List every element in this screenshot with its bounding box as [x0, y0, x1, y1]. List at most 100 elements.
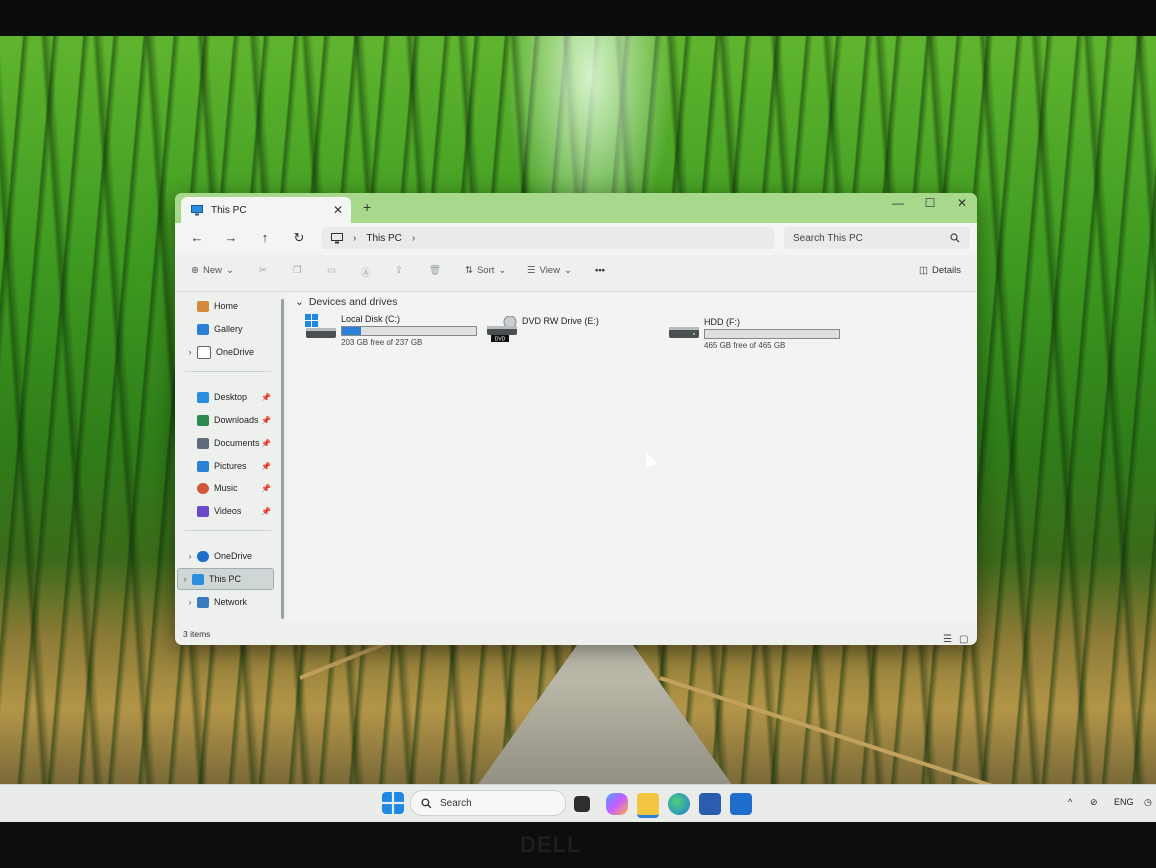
address-bar[interactable]: › This PC › [322, 227, 774, 249]
drive-name: HDD (F:) [704, 317, 740, 327]
sort-label: Sort [476, 265, 495, 276]
sidebar-item-documents[interactable]: Documents 📌 [183, 433, 273, 453]
sidebar-item-label: This PC [209, 574, 242, 584]
network-status-icon[interactable]: ⊘ [1090, 797, 1098, 808]
sidebar-item-label: Network [214, 597, 248, 607]
refresh-button[interactable]: ↻ [289, 228, 309, 248]
sidebar-item-this-pc[interactable]: › This PC [177, 568, 274, 590]
language-indicator[interactable]: ENG [1114, 797, 1134, 807]
sort-button[interactable]: ⇅ Sort ⌄ [465, 265, 506, 276]
navigation-bar: ← → ↑ ↻ › This PC › Search This PC [175, 223, 977, 255]
sidebar-item-home[interactable]: Home [183, 296, 273, 316]
details-pane-icon: ◫ [919, 265, 928, 276]
up-button[interactable]: ↑ [255, 228, 275, 248]
search-input[interactable]: Search This PC [784, 227, 970, 249]
outlook-icon[interactable] [730, 793, 752, 815]
chevron-right-icon[interactable]: › [178, 574, 192, 584]
forward-button[interactable]: → [221, 228, 241, 248]
drive-usage-fill [342, 327, 361, 335]
sidebar-item-label: OneDrive [216, 347, 255, 357]
sidebar-item-gallery[interactable]: Gallery [183, 319, 273, 339]
wallpaper-path [470, 636, 740, 784]
drive-icon: DVD [486, 315, 518, 343]
chevron-down-icon: ⌄ [563, 265, 572, 276]
sidebar-item-label: Downloads [214, 415, 259, 425]
back-button[interactable]: ← [187, 228, 207, 248]
drive-e[interactable]: DVD DVD RW Drive (E:) [486, 315, 599, 343]
sidebar-scrollbar[interactable] [281, 299, 284, 619]
close-window-button[interactable]: ✕ [947, 196, 977, 210]
new-label: New [202, 265, 222, 276]
sidebar-divider [185, 530, 271, 531]
search-icon [421, 797, 432, 808]
details-view-icon[interactable]: ☰ [943, 634, 952, 645]
details-button[interactable]: ◫ Details [919, 265, 961, 276]
taskbar-search-label: Search [440, 797, 472, 809]
navigation-pane: Home Gallery › OneDrive Desktop 📌 Downlo… [175, 292, 281, 622]
pin-icon: 📌 [261, 438, 271, 448]
sidebar-item-music[interactable]: Music 📌 [183, 478, 273, 498]
view-button[interactable]: ☰ View ⌄ [527, 265, 572, 276]
onedrive-icon [197, 550, 209, 562]
clock-icon[interactable]: ◷ [1144, 797, 1152, 808]
sidebar-item-pictures[interactable]: Pictures 📌 [183, 456, 273, 476]
tab-close-button[interactable]: ✕ [333, 203, 343, 217]
network-icon [197, 596, 209, 608]
home-icon [197, 300, 209, 312]
store-icon[interactable] [699, 793, 721, 815]
sort-icon: ⇅ [465, 265, 473, 276]
taskbar-search[interactable]: Search [410, 790, 566, 816]
edge-icon[interactable] [668, 793, 690, 815]
drive-name: Local Disk (C:) [341, 314, 401, 324]
gallery-icon [197, 323, 209, 335]
paste-icon[interactable]: ▭ [327, 265, 336, 276]
tiles-view-icon[interactable]: ▢ [959, 634, 968, 645]
cut-icon[interactable]: ✂ [259, 265, 267, 276]
share-icon[interactable]: ⇪ [395, 265, 403, 276]
sidebar-item-downloads[interactable]: Downloads 📌 [183, 410, 273, 430]
chevron-right-icon[interactable]: › [183, 597, 197, 607]
delete-icon[interactable]: 🗑 [429, 265, 441, 276]
minimize-button[interactable]: — [883, 196, 913, 210]
drive-c[interactable]: Local Disk (C:) 203 GB free of 237 GB [305, 314, 477, 347]
tab-this-pc[interactable]: This PC ✕ [181, 197, 351, 223]
chevron-right-icon[interactable]: › [183, 347, 197, 357]
sidebar-item-network[interactable]: › Network [183, 592, 273, 612]
tab-title: This PC [211, 204, 247, 216]
copilot-icon[interactable] [606, 793, 628, 815]
sidebar-divider [185, 371, 271, 372]
copy-icon[interactable]: ❐ [293, 265, 302, 276]
maximize-button[interactable]: ☐ [915, 196, 945, 210]
task-view-icon[interactable] [574, 796, 590, 812]
monitor-icon [331, 232, 343, 243]
sidebar-item-desktop[interactable]: Desktop 📌 [183, 387, 273, 407]
sidebar-item-onedrive-top[interactable]: › OneDrive [183, 342, 273, 362]
pin-icon: 📌 [261, 415, 271, 425]
details-label: Details [931, 265, 962, 276]
pictures-icon [197, 460, 209, 472]
start-icon[interactable] [382, 792, 404, 814]
group-header-devices[interactable]: ⌄ Devices and drives [295, 296, 398, 308]
new-tab-button[interactable]: + [363, 199, 371, 215]
chevron-down-icon: ⌄ [498, 265, 507, 276]
new-button[interactable]: ⊕ New ⌄ [191, 265, 234, 276]
drive-f[interactable]: HDD (F:) 465 GB free of 465 GB [668, 317, 840, 350]
breadcrumb-this-pc[interactable]: This PC [366, 233, 402, 244]
chevron-down-icon: ⌄ [225, 265, 234, 276]
chevron-down-icon: ⌄ [295, 296, 304, 308]
pin-icon: 📌 [261, 506, 271, 516]
tray-chevron-icon[interactable]: ^ [1068, 797, 1072, 807]
documents-icon [197, 437, 209, 449]
drive-icon [305, 314, 337, 340]
hdd-icon [669, 327, 699, 338]
sidebar-item-onedrive[interactable]: › OneDrive [183, 546, 273, 566]
chevron-right-icon[interactable]: › [183, 551, 197, 561]
chevron-right-icon[interactable]: › [412, 233, 415, 244]
rename-icon[interactable]: Ⓐ [361, 265, 371, 279]
pin-icon: 📌 [261, 461, 271, 471]
file-explorer-icon[interactable] [637, 793, 659, 818]
view-icon: ☰ [527, 265, 536, 276]
sidebar-item-videos[interactable]: Videos 📌 [183, 501, 273, 521]
chevron-right-icon: › [353, 232, 357, 244]
more-options-button[interactable]: ••• [595, 265, 605, 276]
